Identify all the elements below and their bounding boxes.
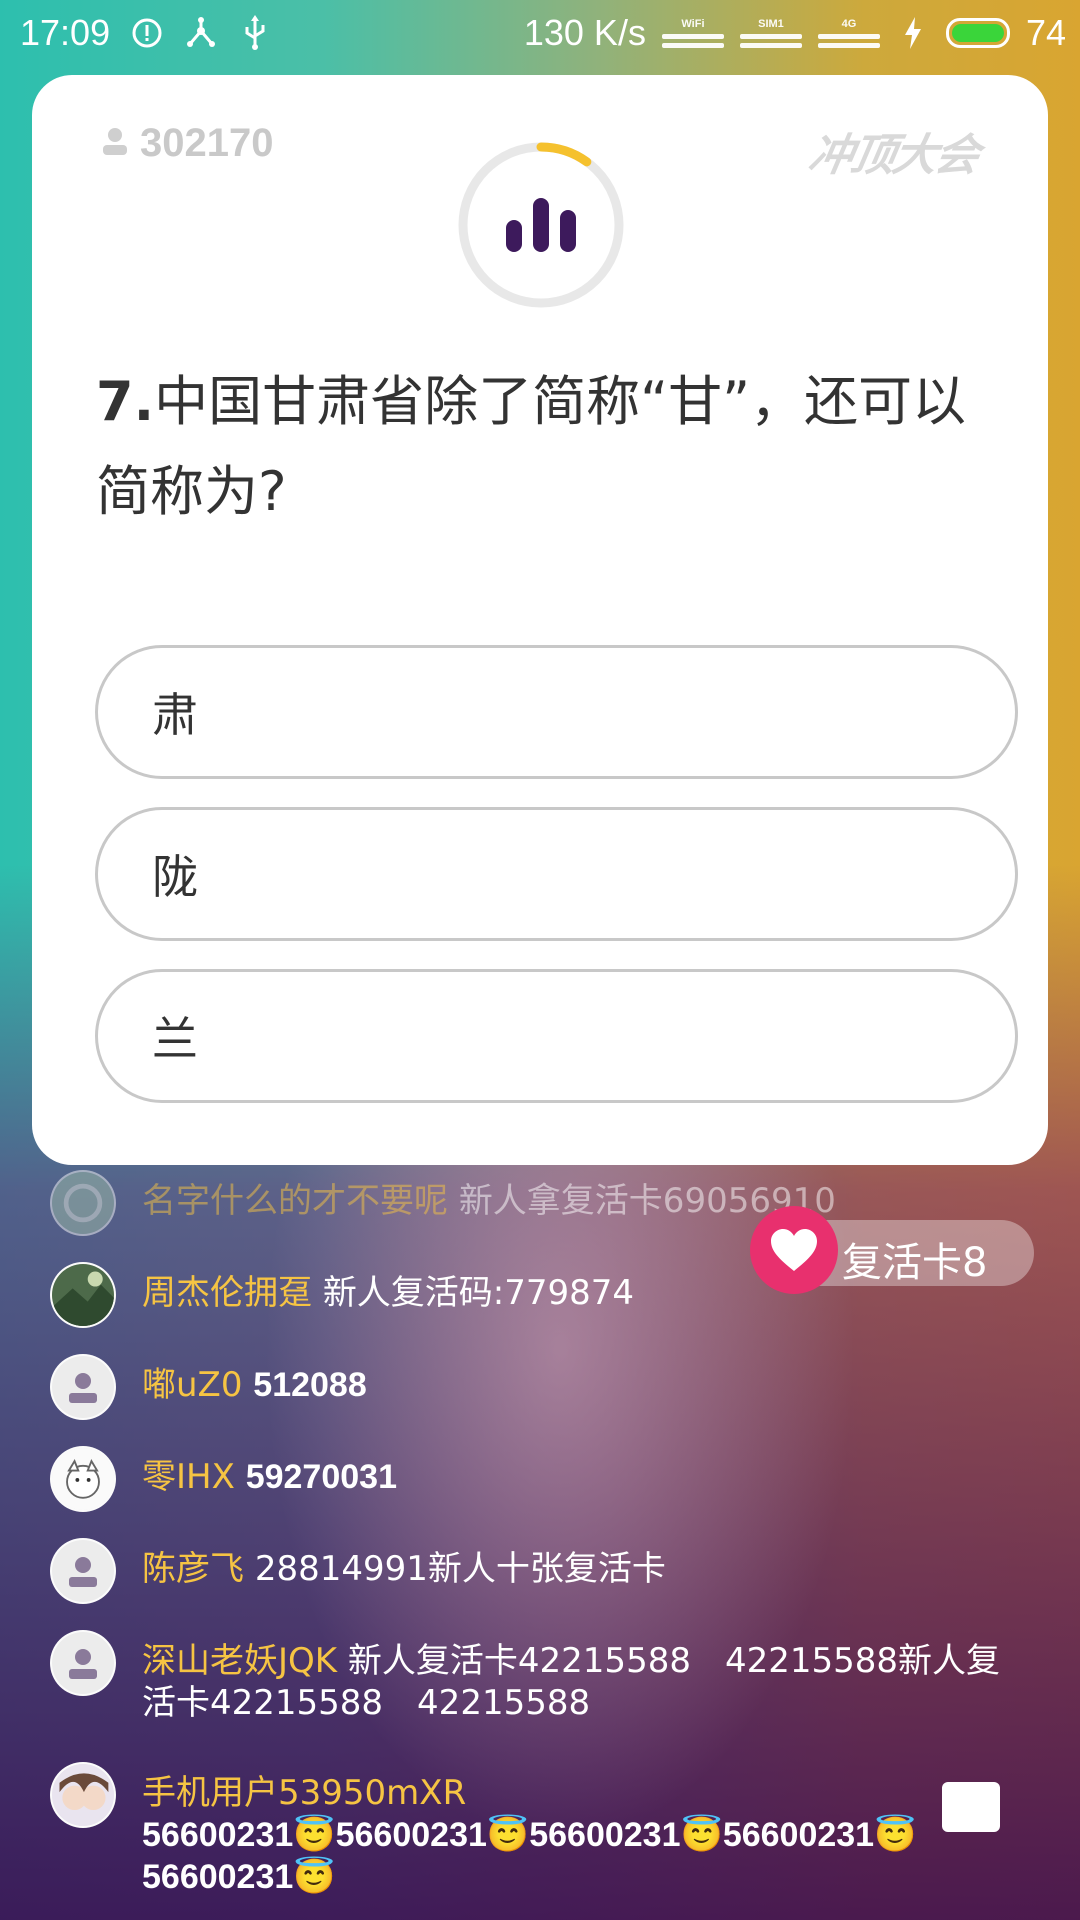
comment-text: 56600231😇56600231😇56600231😇56600231😇5660… <box>142 1816 917 1896</box>
answer-option-2[interactable]: 陇 <box>95 807 1018 941</box>
default-avatar-icon <box>50 1538 116 1604</box>
app-logo: 冲顶大会 <box>804 130 982 181</box>
question-number: 7. <box>96 370 155 433</box>
chat-button[interactable] <box>942 1782 1000 1832</box>
battery-icon <box>945 18 1010 48</box>
wifi-signal-icon: WiFi <box>661 18 724 48</box>
comment-text: 28814991新人十张复活卡 <box>254 1549 666 1589</box>
default-avatar-icon <box>50 1354 116 1420</box>
alert-icon <box>130 16 164 50</box>
viewer-count-value: 302170 <box>140 121 274 165</box>
hotspot-icon <box>184 16 218 50</box>
usb-icon <box>238 15 272 50</box>
comment-username: 嘟uZ0 <box>142 1365 243 1405</box>
answer-option-1[interactable]: 肃 <box>95 645 1018 779</box>
viewer-count: 302170 <box>100 121 273 166</box>
countdown-timer <box>458 142 624 308</box>
status-bar: 17:09 130 K/s WiFi SIM1 4G 74 <box>0 0 1080 66</box>
sim1-signal-icon: SIM1 <box>739 18 802 48</box>
answer-option-3[interactable]: 兰 <box>95 969 1018 1103</box>
comment-text: 512088 <box>253 1366 367 1404</box>
comment-username: 陈彦飞 <box>142 1549 244 1589</box>
revive-card-label: 复活卡8 <box>842 1240 988 1286</box>
question-text: 7.中国甘肃省除了简称“甘”，还可以简称为? <box>96 357 1016 537</box>
avatar <box>50 1170 116 1236</box>
comment-username: 手机用户53950mXR <box>142 1773 467 1813</box>
comment-text: 新人复活码:779874 <box>322 1273 635 1313</box>
battery-level: 74 <box>1025 12 1066 53</box>
audio-bars-icon <box>506 198 576 252</box>
4g-signal-icon: 4G <box>817 18 880 48</box>
avatar <box>50 1262 116 1328</box>
person-icon <box>100 121 130 166</box>
default-avatar-icon <box>50 1630 116 1696</box>
avatar <box>50 1446 116 1512</box>
network-speed: 130 K/s <box>523 12 646 53</box>
comment-username: 深山老妖JQK <box>142 1641 338 1681</box>
charging-icon <box>896 16 930 50</box>
comment-username: 周杰伦拥趸 <box>142 1273 312 1313</box>
heart-icon <box>750 1206 838 1294</box>
revive-card-badge[interactable]: 复活卡8 <box>750 1206 1034 1294</box>
comment-text: 59270031 <box>245 1458 397 1496</box>
avatar <box>50 1762 116 1828</box>
question-body: 中国甘肃省除了简称“甘”，还可以简称为? <box>96 370 967 523</box>
timer-progress-arc <box>536 142 592 167</box>
status-time: 17:09 <box>20 12 111 53</box>
comment-username: 名字什么的才不要呢 <box>142 1181 448 1221</box>
comment-username: 零IHX <box>142 1457 235 1497</box>
question-card: 302170 冲顶大会 7.中国甘肃省除了简称“甘”，还可以简称为? 肃 陇 兰 <box>32 75 1048 1165</box>
